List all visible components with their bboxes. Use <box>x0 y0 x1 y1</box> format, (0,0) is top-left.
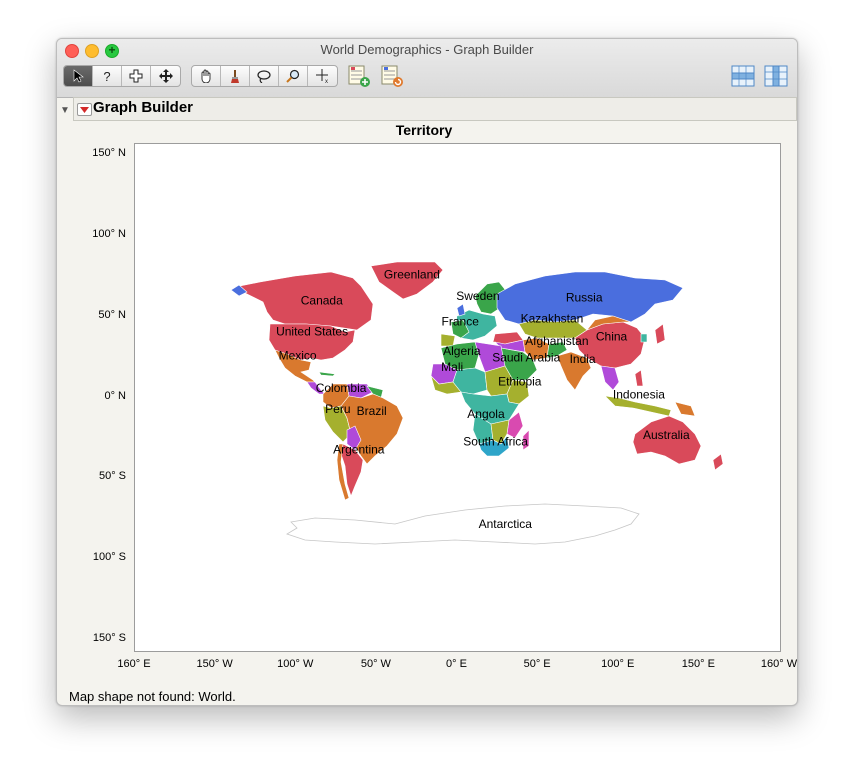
magnifier-icon <box>286 69 300 83</box>
territory-label: Greenland <box>384 268 440 282</box>
map-plot-area[interactable]: Greenland Canada United States Mexico Colomb… <box>134 143 781 652</box>
magnifier-tool-button[interactable] <box>279 66 308 86</box>
japan-shape[interactable] <box>654 323 666 345</box>
world-map: Greenland Canada United States Mexico Colomb… <box>230 261 724 545</box>
y-tick-label: 150° S <box>92 632 126 644</box>
territory-label: Argentina <box>333 443 385 457</box>
cuba-shape[interactable] <box>318 371 336 377</box>
territory-label: Indonesia <box>613 388 665 402</box>
territory-label: Algeria <box>443 344 481 358</box>
territory-label: Kazakhstan <box>521 311 584 325</box>
scroller-tool-button[interactable] <box>151 66 180 86</box>
antarctica-shape[interactable] <box>286 503 640 545</box>
territory-label: Angola <box>467 407 505 421</box>
new-data-view-button[interactable] <box>346 63 372 89</box>
new-zealand-shape[interactable] <box>712 453 724 471</box>
territory-label: South Africa <box>463 435 528 449</box>
territory-label: United States <box>276 324 348 338</box>
territory-label: Sweden <box>456 289 499 303</box>
crosshair-icon: x <box>315 69 328 83</box>
y-tick-label: 50° N <box>98 308 126 321</box>
territory-label: Mali <box>441 360 463 374</box>
tool-group-advanced: x <box>191 65 338 87</box>
korea-shape[interactable] <box>640 333 648 343</box>
territory-label: Mexico <box>279 349 317 363</box>
vertical-layout-icon <box>764 65 788 87</box>
territory-label: China <box>596 329 628 343</box>
territory-label: Peru <box>325 402 350 416</box>
x-tick-label: 100° W <box>277 658 314 670</box>
territory-label: Antarctica <box>479 517 533 531</box>
window-title: World Demographics - Graph Builder <box>320 42 534 57</box>
y-tick-label: 0° N <box>104 389 126 402</box>
philippines-shape[interactable] <box>634 369 644 387</box>
disclosure-triangle-icon[interactable]: ▼ <box>60 105 70 116</box>
move-arrows-icon <box>158 69 173 83</box>
help-tool-button[interactable]: ? <box>93 66 122 86</box>
brush-icon <box>231 70 239 83</box>
question-icon: ? <box>103 68 111 84</box>
vertical-layout-button[interactable] <box>763 63 789 89</box>
horizontal-layout-button[interactable] <box>730 63 756 89</box>
brush-tool-button[interactable] <box>221 66 250 86</box>
graph-builder-window: + World Demographics - Graph Builder ? x… <box>56 38 798 706</box>
selection-tool-button[interactable] <box>122 66 151 86</box>
territory-label: Saudi Arabia <box>492 350 560 364</box>
hand-icon <box>201 69 211 83</box>
script-button[interactable] <box>379 63 405 89</box>
arrow-tool-button[interactable] <box>64 66 93 86</box>
horizontal-layout-icon <box>731 65 755 87</box>
script-run-icon <box>381 65 403 87</box>
title-bar: + World Demographics - Graph Builder ? x <box>57 39 797 98</box>
x-tick-label: 50° W <box>360 658 391 670</box>
lasso-icon <box>257 70 271 83</box>
y-tick-label: 50° S <box>98 470 126 483</box>
territory-label: Brazil <box>357 404 387 418</box>
southeast-asia-shape[interactable] <box>600 365 620 391</box>
territory-label: Afghanistan <box>525 334 588 348</box>
lasso-tool-button[interactable] <box>250 66 279 86</box>
chart-title: Territory <box>395 122 453 138</box>
territory-label: India <box>570 352 596 366</box>
territory-label: France <box>442 315 480 329</box>
outline-title[interactable]: Graph Builder <box>93 99 193 116</box>
x-tick-label: 160° E <box>117 658 151 670</box>
y-tick-label: 100° S <box>92 551 126 564</box>
territory-label: Russia <box>566 290 603 304</box>
new-guinea-shape[interactable] <box>674 401 696 417</box>
y-tick-label: 100° N <box>92 227 126 240</box>
y-tick-label: 150° N <box>92 147 126 159</box>
x-tick-label: 150° W <box>196 658 233 670</box>
x-tick-label: 160° W <box>760 658 798 670</box>
x-tick-label: 50° E <box>523 658 551 670</box>
crosshair-tool-button[interactable]: x <box>308 66 337 86</box>
red-triangle-menu-button[interactable] <box>77 103 92 116</box>
grabber-tool-button[interactable] <box>192 66 221 86</box>
svg-text:x: x <box>325 79 328 83</box>
tool-group-basic: ? <box>63 65 181 87</box>
x-tick-label: 150° E <box>681 658 715 670</box>
territory-label: Canada <box>301 294 343 308</box>
x-tick-label: 0° E <box>446 658 467 670</box>
data-table-add-icon <box>348 65 370 87</box>
territory-label: Colombia <box>316 381 367 395</box>
territory-label: Australia <box>643 428 690 442</box>
red-triangle-icon <box>80 106 89 113</box>
selection-cross-icon <box>129 69 143 83</box>
territory-label: Ethiopia <box>498 375 542 389</box>
arrow-icon <box>73 69 84 83</box>
x-tick-label: 100° E <box>601 658 635 670</box>
status-message: Map shape not found: World. <box>69 689 236 704</box>
